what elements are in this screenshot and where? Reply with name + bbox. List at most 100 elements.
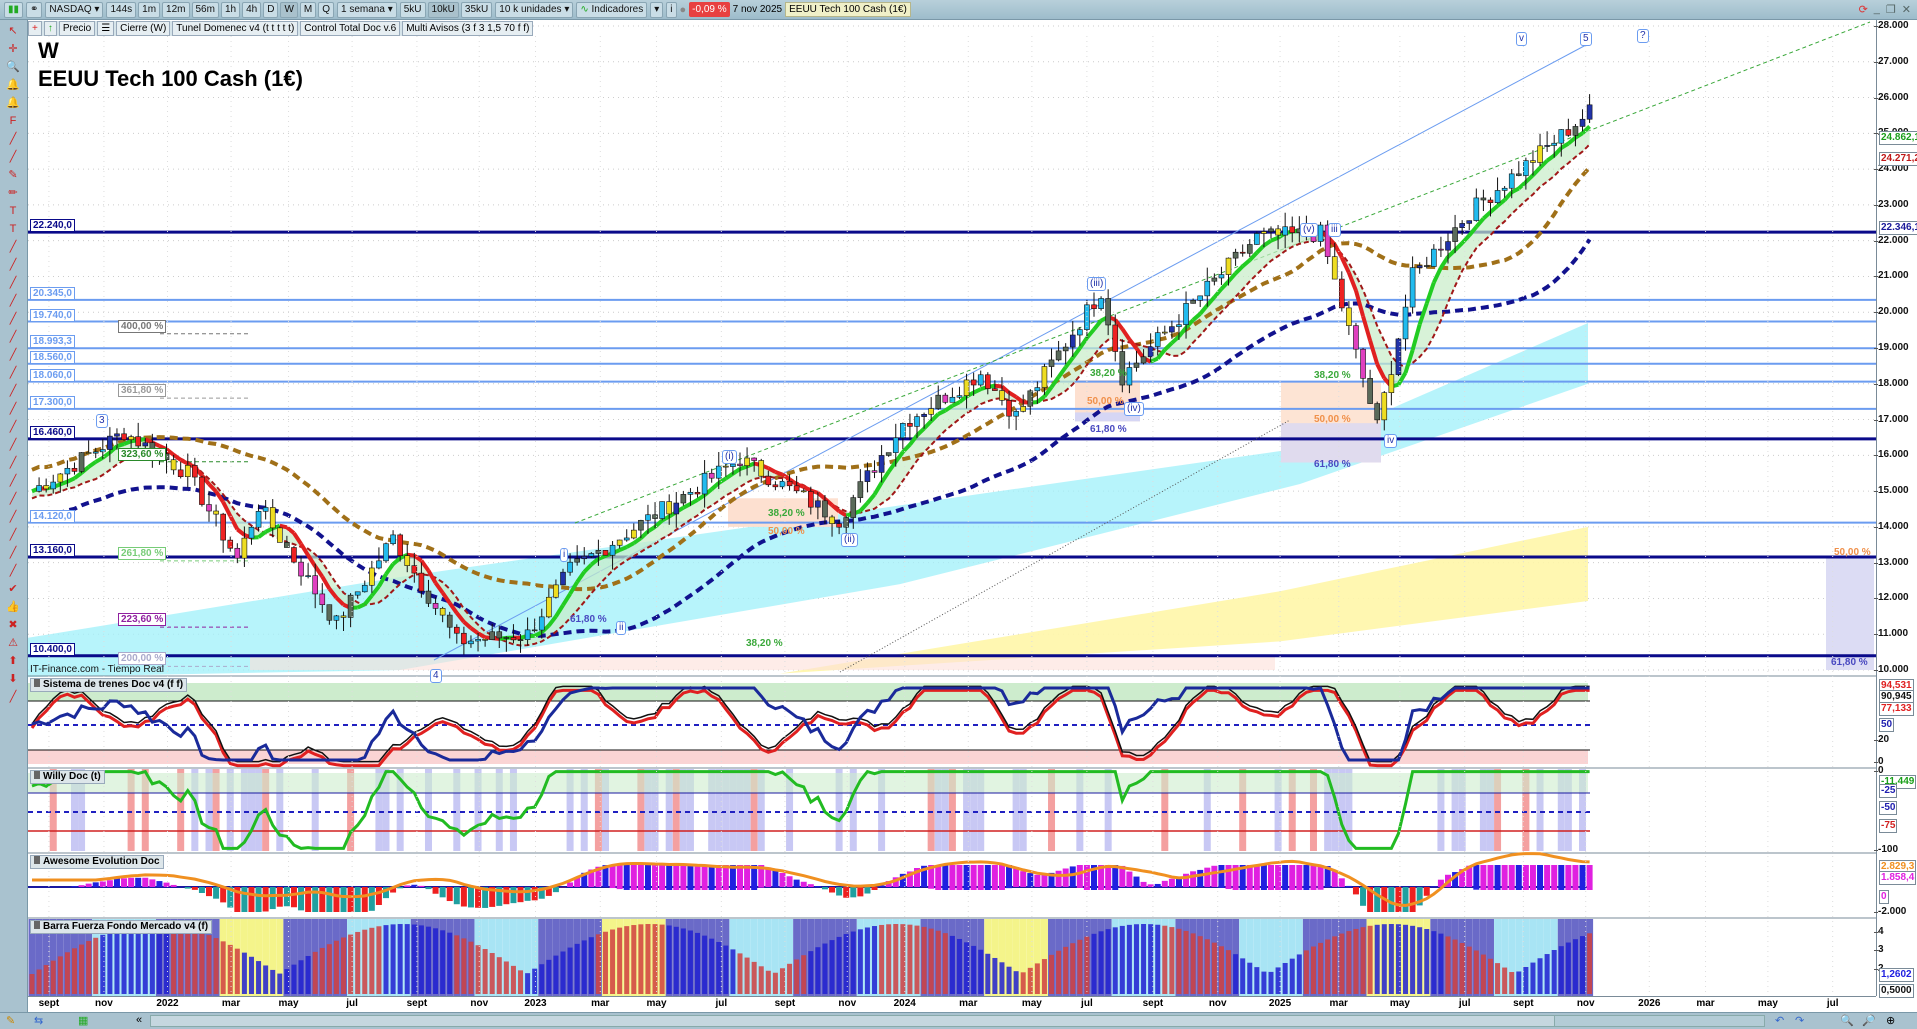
candle[interactable] bbox=[609, 544, 616, 556]
candle[interactable] bbox=[1268, 228, 1274, 232]
panel-title[interactable]: Awesome Evolution Doc bbox=[30, 855, 164, 869]
candle[interactable] bbox=[1162, 331, 1168, 334]
candle[interactable] bbox=[276, 527, 283, 543]
bell-tool-icon[interactable]: 🔔 bbox=[5, 78, 21, 92]
text-f-tool-icon[interactable]: F bbox=[5, 114, 21, 128]
candle[interactable] bbox=[638, 519, 644, 531]
candle[interactable] bbox=[708, 472, 715, 479]
candle[interactable] bbox=[1459, 223, 1465, 228]
candle[interactable] bbox=[531, 629, 538, 632]
candle[interactable] bbox=[1558, 129, 1565, 144]
unit-button-10kU[interactable]: 10kU bbox=[427, 1, 459, 18]
candle[interactable] bbox=[135, 436, 141, 447]
candle[interactable] bbox=[100, 449, 106, 453]
candle[interactable] bbox=[1452, 227, 1458, 242]
ruler-tool-icon[interactable]: ╱ bbox=[5, 240, 21, 254]
candle[interactable] bbox=[432, 603, 439, 609]
candle[interactable] bbox=[71, 467, 78, 472]
add-icon[interactable]: + bbox=[28, 21, 42, 36]
fib-tool-icon[interactable]: ╱ bbox=[5, 276, 21, 290]
candle[interactable] bbox=[1105, 298, 1111, 326]
candle[interactable] bbox=[921, 413, 927, 417]
candle[interactable] bbox=[1431, 248, 1437, 267]
candle[interactable] bbox=[517, 639, 524, 641]
candle[interactable] bbox=[177, 469, 184, 477]
candle[interactable] bbox=[1367, 378, 1373, 404]
symbol-select[interactable]: NASDAQ ▾ bbox=[45, 1, 104, 18]
candle[interactable] bbox=[1579, 118, 1586, 127]
interval-button-12m[interactable]: 12m bbox=[162, 1, 190, 18]
panel-title[interactable]: Sistema de trenes Doc v4 (f f) bbox=[30, 678, 188, 692]
candle[interactable] bbox=[1402, 306, 1409, 340]
candle[interactable] bbox=[666, 501, 673, 515]
candle[interactable] bbox=[439, 608, 446, 616]
candle[interactable] bbox=[588, 553, 595, 557]
hline-tool-icon[interactable]: ╱ bbox=[5, 438, 21, 452]
crosshair-tool-icon[interactable]: ✛ bbox=[5, 42, 21, 56]
interval-button-1h[interactable]: 1h bbox=[220, 1, 241, 18]
candle[interactable] bbox=[602, 550, 609, 556]
candle[interactable] bbox=[170, 459, 177, 471]
candle[interactable] bbox=[751, 457, 757, 461]
scrollbar-thumb[interactable] bbox=[1554, 1016, 1764, 1026]
candle[interactable] bbox=[815, 500, 821, 508]
zoom-out-icon[interactable]: 🔎 bbox=[1862, 1014, 1876, 1027]
restore-icon[interactable]: ❐ bbox=[1886, 3, 1896, 16]
candle[interactable] bbox=[687, 492, 694, 495]
candle[interactable] bbox=[418, 572, 425, 592]
candle[interactable] bbox=[546, 596, 552, 618]
legend-multi-avisos[interactable]: Multi Avisos (3 f 3 1,5 70 f f) bbox=[402, 21, 534, 36]
candle[interactable] bbox=[928, 408, 934, 415]
candle[interactable] bbox=[1254, 233, 1260, 245]
legend-cierre[interactable]: Cierre (W) bbox=[116, 21, 171, 36]
candle[interactable] bbox=[694, 492, 701, 495]
candle[interactable] bbox=[1445, 241, 1451, 251]
up-icon[interactable]: ↑ bbox=[43, 21, 57, 36]
candle[interactable] bbox=[843, 517, 850, 528]
candle[interactable] bbox=[1523, 160, 1529, 176]
candle[interactable] bbox=[949, 396, 956, 403]
hline-navy-tool-icon[interactable]: ╱ bbox=[5, 474, 21, 488]
arc-tool-icon[interactable]: ╱ bbox=[5, 402, 21, 416]
hline-blue-tool-icon[interactable]: ╱ bbox=[5, 330, 21, 344]
candle[interactable] bbox=[836, 523, 842, 528]
arrow-down-tool-icon[interactable]: ⬇ bbox=[5, 672, 21, 686]
trend-line-green[interactable] bbox=[574, 21, 1871, 524]
candle[interactable] bbox=[192, 465, 198, 478]
candle[interactable] bbox=[1339, 278, 1345, 309]
candle[interactable] bbox=[1239, 251, 1246, 254]
candle[interactable] bbox=[1501, 187, 1508, 191]
abc-tool-icon[interactable]: ╱ bbox=[5, 564, 21, 578]
candle[interactable] bbox=[963, 379, 970, 396]
candle[interactable] bbox=[1331, 256, 1338, 280]
candle[interactable] bbox=[1466, 220, 1473, 224]
candle[interactable] bbox=[871, 470, 878, 473]
candle[interactable] bbox=[730, 463, 736, 467]
candle[interactable] bbox=[1494, 190, 1501, 203]
candle[interactable] bbox=[864, 470, 871, 482]
candle[interactable] bbox=[114, 433, 120, 437]
candle[interactable] bbox=[630, 529, 637, 539]
undo-icon[interactable]: ↶ bbox=[1775, 1014, 1784, 1027]
interval-button-M[interactable]: M bbox=[299, 1, 317, 18]
candle[interactable] bbox=[298, 561, 304, 577]
candle[interactable] bbox=[1091, 304, 1097, 309]
candle[interactable] bbox=[1013, 411, 1019, 417]
candle[interactable] bbox=[829, 516, 835, 524]
candle[interactable] bbox=[1388, 374, 1395, 393]
minimize-icon[interactable]: _ bbox=[1874, 3, 1880, 16]
candle[interactable] bbox=[241, 537, 248, 559]
interval-button-W[interactable]: W bbox=[280, 1, 298, 18]
candle[interactable] bbox=[878, 455, 885, 473]
candle[interactable] bbox=[885, 452, 892, 456]
candle[interactable] bbox=[1176, 324, 1182, 327]
settings-tool-icon[interactable]: ╱ bbox=[5, 690, 21, 704]
unit-button-5kU[interactable]: 5kU bbox=[399, 1, 426, 18]
candle[interactable] bbox=[1374, 403, 1380, 421]
candle[interactable] bbox=[977, 374, 984, 386]
candle[interactable] bbox=[567, 561, 573, 573]
candle[interactable] bbox=[1133, 362, 1140, 368]
candle[interactable] bbox=[956, 395, 963, 398]
candle[interactable] bbox=[1126, 367, 1133, 386]
interval-button-1m[interactable]: 1m bbox=[138, 1, 161, 18]
